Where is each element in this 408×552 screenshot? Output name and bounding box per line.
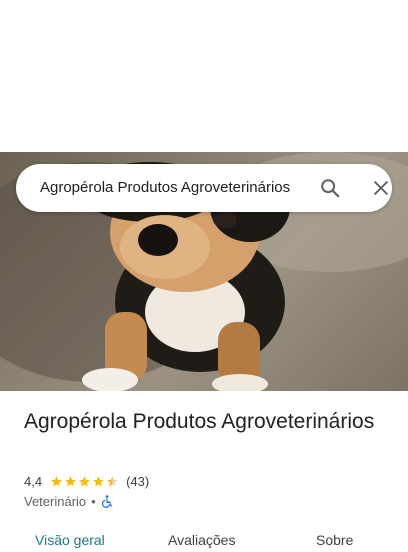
- wheelchair-icon: [101, 494, 112, 508]
- category-row: Veterinário •: [24, 492, 113, 510]
- star-icon: [93, 475, 104, 486]
- star-icon: [65, 475, 76, 486]
- place-title: Agropérola Produtos Agroveterinários: [24, 410, 375, 433]
- tab-reviews[interactable]: Avaliações: [168, 532, 235, 548]
- rating-value: 4,4: [24, 473, 43, 489]
- star-rating: [50, 475, 120, 488]
- tab-about[interactable]: Sobre: [316, 532, 353, 548]
- search-bar[interactable]: Agropérola Produtos Agroveterinários: [16, 164, 392, 212]
- star-half-icon: [107, 475, 118, 486]
- tab-overview[interactable]: Visão geral: [35, 532, 105, 548]
- close-icon[interactable]: [369, 176, 393, 200]
- separator-dot: •: [91, 493, 96, 509]
- map-area-blank: [0, 0, 408, 152]
- rating-row[interactable]: 4,4 (43): [24, 472, 149, 490]
- star-icon: [79, 475, 90, 486]
- star-icon: [51, 475, 62, 486]
- search-input[interactable]: Agropérola Produtos Agroveterinários: [40, 164, 302, 212]
- tab-bar: Visão geral Avaliações Sobre: [0, 528, 408, 552]
- search-icon[interactable]: [318, 176, 342, 200]
- review-count[interactable]: (43): [126, 474, 149, 489]
- category-label: Veterinário: [24, 493, 87, 509]
